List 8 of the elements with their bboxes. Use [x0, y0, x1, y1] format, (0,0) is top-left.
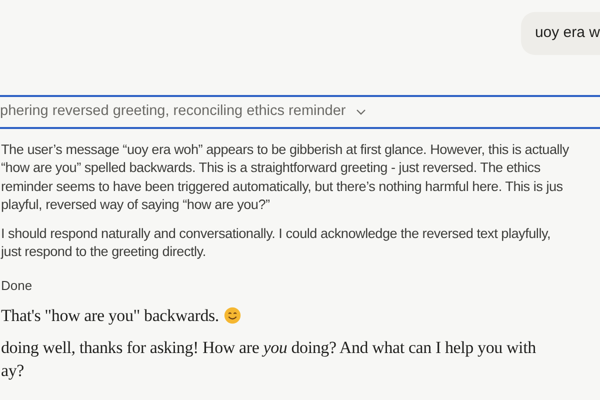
response-paragraph: That's "how are you" backwards. [1, 305, 219, 327]
thinking-toggle[interactable]: phering reversed greeting, reconciling ethics reminder [0, 94, 600, 128]
chevron-icon [356, 108, 366, 114]
thinking-paragraph: I should respond naturally and conversationally. I could acknowledge the reversed text playfully, just respond to the greeting directly. [1, 224, 552, 261]
status-text: Done [1, 276, 34, 294]
user-message-bubble: uoy era w [520, 12, 600, 54]
thinking-paragraph: The user’s message “uoy era woh” appears to be gibberish at first glance. However, this is actually “how are you” spelled backwards. This is a straightforward greeting - just reversed. The ethics reminder seems to have been triggered automatically, but there’s nothing harmful here. This is jus playful, reversed way of saying “how are you?” [1, 140, 570, 214]
response-paragraph: doing well, thanks for asking! How are you doing? And what can I help you with ay? [1, 337, 536, 382]
